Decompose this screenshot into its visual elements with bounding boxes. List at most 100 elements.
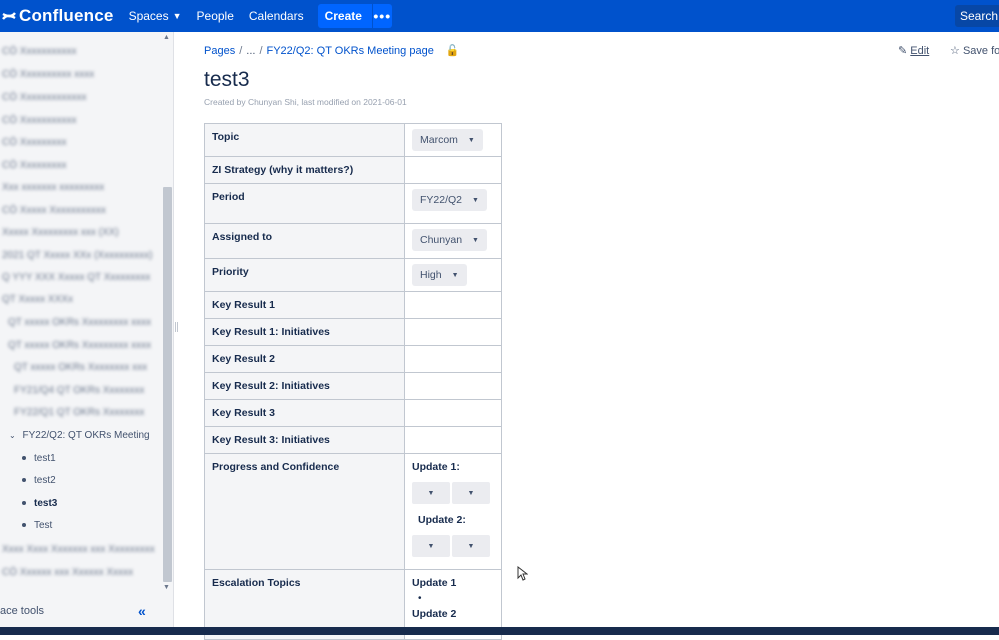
escalation-update-1-label: Update 1	[412, 577, 457, 589]
edit-label: Edit	[910, 45, 930, 57]
sidebar-page-link[interactable]: Xxxxx Xxxxxxxxx xxx (XX)	[2, 227, 119, 245]
table-row: Priority High ▼	[204, 258, 502, 292]
property-key: Key Result 2	[204, 345, 405, 373]
sidebar-item-test3[interactable]: test3	[22, 498, 57, 516]
property-value: Chunyan ▼	[404, 223, 502, 259]
sidebar-page-link[interactable]: CÖ Xxxxxxxxx	[2, 160, 66, 178]
topic-dropdown[interactable]: Marcom ▼	[412, 129, 483, 151]
status-dropdown[interactable]: ▼	[452, 535, 490, 557]
table-row: Key Result 1	[204, 291, 502, 319]
caret-down-icon: ▼	[467, 136, 475, 144]
table-row: Key Result 2	[204, 345, 502, 373]
nav-calendars[interactable]: Calendars	[249, 9, 304, 23]
sidebar-page-link[interactable]: CÖ Xxxxxxxxxxx	[2, 46, 76, 64]
save-label: Save fo	[962, 45, 999, 57]
table-row: Key Result 1: Initiatives	[204, 318, 502, 346]
create-button-group: Create •••	[317, 4, 392, 28]
dropdown-value: Chunyan	[420, 234, 463, 246]
bullet-icon	[22, 456, 26, 461]
property-key: Key Result 3: Initiatives	[204, 426, 405, 454]
sidebar-page-link[interactable]: CÖ Xxxxxxxxx	[2, 137, 66, 155]
space-sidebar: CÖ Xxxxxxxxxxx CÖ Xxxxxxxxxx xxxx CÖ Xxx…	[0, 32, 174, 627]
table-row: Key Result 3: Initiatives	[204, 426, 502, 454]
property-key: Progress and Confidence	[204, 453, 405, 570]
top-navigation-bar: Confluence Spaces ▼ People Calendars Cre…	[0, 0, 999, 32]
sidebar-page-link[interactable]: Q YYY XXX Xxxxx QT Xxxxxxxxx	[2, 272, 150, 290]
property-value[interactable]	[404, 399, 502, 427]
assigned-to-dropdown[interactable]: Chunyan ▼	[412, 229, 487, 251]
sidebar-item-label: FY22/Q2: QT OKRs Meeting	[22, 430, 150, 441]
chevron-down-icon: ▼	[172, 11, 182, 21]
bullet-icon	[22, 478, 26, 483]
breadcrumb-separator: /	[239, 44, 243, 57]
priority-dropdown[interactable]: High ▼	[412, 264, 467, 286]
chevron-down-icon[interactable]: ⌄	[9, 431, 16, 440]
property-value[interactable]	[404, 291, 502, 319]
property-value[interactable]	[404, 372, 502, 400]
sidebar-page-link[interactable]: CÖ Xxxxxxxxxxxxx	[2, 92, 86, 110]
logo-text: Confluence	[19, 6, 114, 25]
property-value[interactable]	[404, 345, 502, 373]
space-tools-link[interactable]: ace tools	[0, 605, 44, 617]
pencil-icon: ✎	[898, 45, 908, 57]
scroll-up-arrow-icon[interactable]: ▲	[163, 34, 170, 41]
table-row: Key Result 3	[204, 399, 502, 427]
unlock-icon[interactable]: 🔓	[446, 44, 460, 57]
sidebar-page-link[interactable]: QT xxxxx OKRs Xxxxxxxxx xxxx	[8, 340, 151, 358]
property-key: Key Result 1	[204, 291, 405, 319]
bullet-icon: •	[418, 593, 422, 604]
search-button[interactable]: Search	[955, 5, 999, 27]
property-key: ZI Strategy (why it matters?)	[204, 156, 405, 184]
property-value[interactable]	[404, 318, 502, 346]
sidebar-page-link[interactable]: 2021 QT Xxxxx XXx (Xxxxxxxxxx)	[2, 250, 152, 268]
caret-down-icon: ▼	[472, 236, 479, 244]
dropdown-value: Marcom	[420, 134, 458, 146]
sidebar-page-link[interactable]: QT xxxxx OKRs Xxxxxxxx xxx	[14, 362, 147, 380]
confidence-dropdown[interactable]: ▼	[412, 482, 450, 504]
sidebar-page-link[interactable]: QT xxxxx OKRs Xxxxxxxxx xxxx	[8, 317, 151, 335]
sidebar-page-link[interactable]: Xxxx Xxxx Xxxxxxx xxx Xxxxxxxxx	[2, 544, 155, 562]
update-2-controls: ▼ ▼	[412, 535, 494, 557]
period-dropdown[interactable]: FY22/Q2 ▼	[412, 189, 487, 211]
page-byline: Created by Chunyan Shi, last modified on…	[204, 97, 407, 107]
property-value: High ▼	[404, 258, 502, 292]
caret-down-icon: ▼	[472, 196, 479, 204]
sidebar-page-link[interactable]: Xxx xxxxxxx xxxxxxxxx	[2, 182, 104, 200]
sidebar-page-link[interactable]: CÖ Xxxxx Xxxxxxxxxxx	[2, 205, 106, 223]
status-dropdown[interactable]: ▼	[452, 482, 490, 504]
sidebar-page-link[interactable]: FY21/Q4 QT OKRs Xxxxxxxx	[14, 385, 144, 403]
escalation-update-2-label: Update 2	[412, 608, 457, 620]
save-for-later-button[interactable]: ☆ Save fo	[950, 44, 999, 57]
sidebar-item-label: test3	[34, 498, 58, 509]
collapse-sidebar-button[interactable]: «	[138, 603, 146, 619]
scroll-down-arrow-icon[interactable]: ▼	[163, 584, 170, 591]
sidebar-scrollbar[interactable]	[163, 187, 172, 582]
table-row: Key Result 2: Initiatives	[204, 372, 502, 400]
property-value: FY22/Q2 ▼	[404, 183, 502, 224]
sidebar-item-test2[interactable]: test2	[22, 475, 56, 493]
page-properties-table: Topic Marcom ▼ ZI Strategy (why it matter…	[204, 123, 502, 640]
confluence-logo[interactable]: Confluence	[2, 6, 114, 26]
nav-people[interactable]: People	[197, 9, 234, 23]
create-more-button[interactable]: •••	[373, 8, 392, 24]
sidebar-page-link[interactable]: CÖ Xxxxxx xxx Xxxxxx Xxxxx	[2, 567, 133, 585]
edit-button[interactable]: ✎ Edit	[898, 44, 929, 57]
property-value[interactable]	[404, 156, 502, 184]
breadcrumb-parent-page[interactable]: FY22/Q2: QT OKRs Meeting page	[267, 45, 434, 57]
sidebar-page-link[interactable]: QT Xxxxx XXXx	[2, 294, 73, 312]
sidebar-item-test[interactable]: Test	[22, 520, 52, 538]
sidebar-item-fy22-q2[interactable]: ⌄ FY22/Q2: QT OKRs Meeting	[9, 430, 150, 448]
sidebar-page-link[interactable]: CÖ Xxxxxxxxxxx	[2, 115, 76, 133]
confidence-dropdown[interactable]: ▼	[412, 535, 450, 557]
nav-spaces[interactable]: Spaces ▼	[129, 9, 182, 23]
update-1-controls: ▼ ▼	[412, 482, 494, 504]
sidebar-page-link[interactable]: CÖ Xxxxxxxxxx xxxx	[2, 69, 94, 87]
breadcrumb-pages[interactable]: Pages	[204, 45, 235, 57]
property-value[interactable]	[404, 426, 502, 454]
property-key: Priority	[204, 258, 405, 292]
sidebar-page-link[interactable]: FY22/Q1 QT OKRs Xxxxxxxx	[14, 407, 144, 425]
sidebar-item-test1[interactable]: test1	[22, 453, 56, 471]
breadcrumb-ellipsis[interactable]: ...	[246, 45, 255, 57]
create-button[interactable]: Create	[318, 4, 373, 28]
caret-down-icon: ▼	[451, 271, 459, 279]
